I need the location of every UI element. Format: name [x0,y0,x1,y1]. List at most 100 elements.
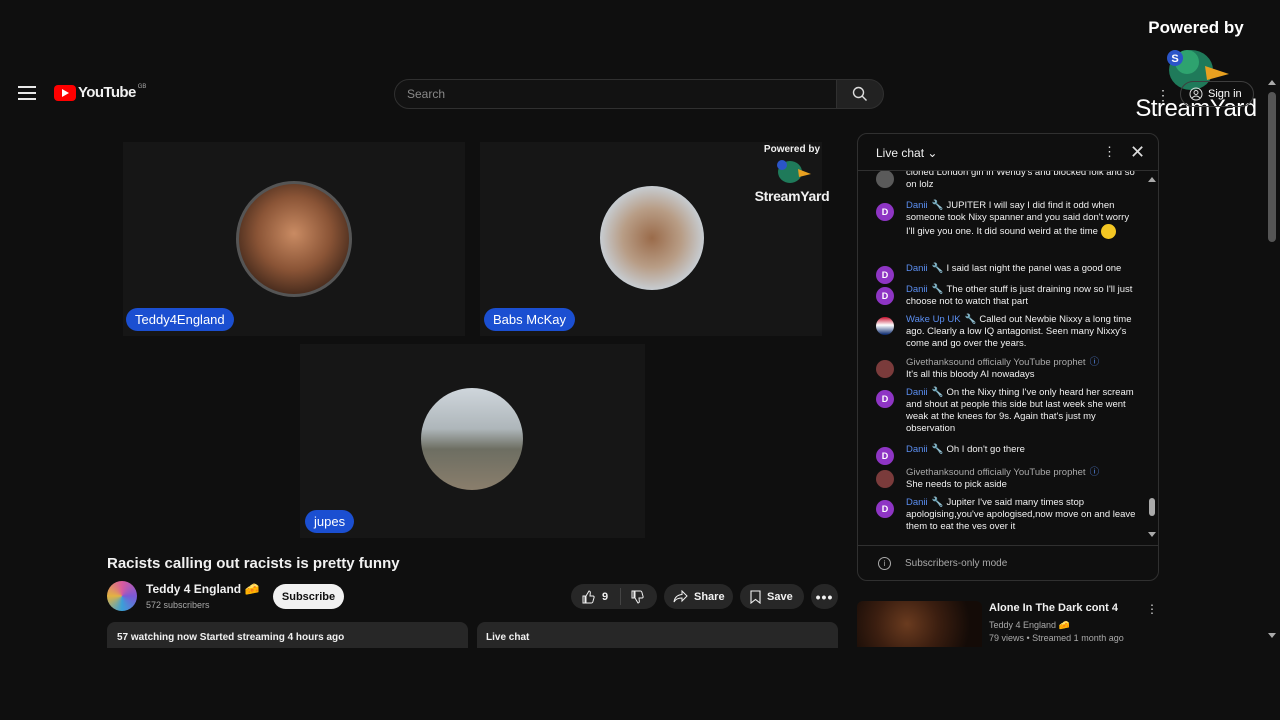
wrench-icon: 🔧 [931,200,944,211]
search-box [394,79,837,109]
sign-in-button[interactable]: Sign in [1180,81,1254,107]
hamburger-menu-icon[interactable] [18,86,36,100]
bookmark-icon [750,589,761,604]
chat-author[interactable]: Danii [906,284,928,295]
participant-name-tag: Babs McKay [484,308,575,331]
chat-avatar: D [876,447,894,465]
thumbs-up-icon [582,589,595,603]
chat-avatar: D [876,287,894,305]
account-icon [1189,87,1203,101]
live-chat-header: Live chat ⌄ ⋮ ✕ [858,134,1158,171]
page-scrollbar-thumb[interactable] [1268,92,1276,242]
chat-author[interactable]: Danii [906,387,928,398]
chat-scrollbar-thumb[interactable] [1149,498,1155,516]
chat-avatar: D [876,203,894,221]
search-icon [852,86,867,101]
verified-icon: ⓘ [1089,467,1100,478]
subscribers-only-notice: Subscribers-only mode [905,558,1008,569]
chat-avatar [876,470,894,488]
page-scroll-down-arrow[interactable] [1268,633,1276,638]
chat-message: D Danii 🔧 On the Nixy thing I've only hear… [876,387,1136,435]
live-chat-toggle[interactable]: Live chat [477,622,838,648]
chat-avatar [876,360,894,378]
participant-tile [123,142,465,336]
participant-tile [300,344,645,538]
info-icon[interactable]: i [878,557,891,570]
recommended-video-title[interactable]: Alone In The Dark cont 4 [989,602,1118,614]
participant-avatar [600,186,704,290]
chat-scroll-down-arrow[interactable] [1148,532,1156,537]
powered-by-label: Powered by [1148,18,1244,37]
chat-author[interactable]: Wake Up UK [906,314,961,325]
wrench-icon: 🔧 [931,387,944,398]
subscribe-button[interactable]: Subscribe [273,584,344,609]
participant-name-tag: Teddy4England [126,308,234,331]
chat-author[interactable]: Danii [906,263,928,274]
channel-name[interactable]: Teddy 4 England 🧀 [146,582,259,596]
chevron-down-icon: ⌄ [927,146,938,160]
chat-avatar: D [876,500,894,518]
svg-text:S: S [1171,53,1178,65]
chat-scroll-up-arrow[interactable] [1148,177,1156,182]
subscriber-count: 572 subscribers [146,600,210,610]
live-chat-mode-dropdown[interactable]: Live chat ⌄ [876,146,937,160]
like-dislike-group: 9 [571,584,657,609]
like-count: 9 [602,590,609,603]
uk-flag-avatar [876,317,894,335]
recommended-video-channel[interactable]: Teddy 4 England 🧀 [989,620,1070,631]
more-actions-button[interactable]: ••• [811,584,838,609]
wrench-icon: 🔧 [931,284,944,295]
verified-icon: ⓘ [1089,357,1100,368]
recommended-video-thumbnail[interactable] [857,601,982,647]
share-icon [673,590,688,603]
wrench-icon: 🔧 [931,444,944,455]
save-button[interactable]: Save [740,584,804,609]
wrench-icon: 🔧 [931,263,944,274]
description-summary[interactable]: 57 watching now Started streaming 4 hour… [107,622,468,648]
search-button[interactable] [836,79,884,109]
grimace-emoji-icon [1100,224,1116,239]
close-icon[interactable]: ✕ [1130,142,1145,163]
chat-author[interactable]: Givethanksound officially YouTube prophe… [906,467,1086,478]
thumbs-down-icon [631,590,644,604]
share-button[interactable]: Share [664,584,733,609]
top-bar: YouTube GB ⋮ Sign in [0,72,1280,116]
settings-more-icon[interactable]: ⋮ [1156,87,1170,104]
country-code: GB [137,83,147,90]
streamyard-duck-logo [777,160,811,183]
chat-avatar [876,171,894,188]
like-button[interactable]: 9 [571,588,621,605]
chat-message: D Danii 🔧 The other stuff is just draining… [876,284,1136,308]
youtube-play-icon [54,84,76,101]
chat-author[interactable]: Danii [906,497,928,508]
participant-name-tag: jupes [305,510,355,533]
wrench-icon: 🔧 [931,497,944,508]
dislike-button[interactable] [621,590,644,604]
chat-author[interactable]: Danii [906,444,928,455]
chat-message: Givethanksound officially YouTube prophe… [876,357,1136,381]
youtube-logo[interactable]: YouTube GB [54,84,146,101]
chat-avatar: D [876,390,894,408]
channel-avatar[interactable] [107,581,137,611]
chat-author[interactable]: Danii [906,200,928,211]
chat-author[interactable]: Givethanksound officially YouTube prophe… [906,357,1086,368]
chat-avatar: D [876,266,894,284]
participant-avatar [421,388,523,490]
chat-message: D Danii 🔧 Oh I don't go there [876,444,1136,465]
chat-message: D Danii 🔧 JUPITER I will say I did find it… [876,200,1136,239]
recommended-options-icon[interactable]: ⋮ [1146,602,1158,616]
live-chat-panel: Live chat ⌄ ⋮ ✕ cloned London girl in We… [857,133,1159,581]
chat-message: Wake Up UK 🔧 Called out Newbie Nixxy a lon… [876,314,1136,350]
wrench-icon: 🔧 [964,314,977,325]
chat-message-list[interactable]: cloned London girl in Wendy's and blocke… [858,171,1158,543]
page-scroll-up-arrow[interactable] [1268,80,1276,85]
recommended-video-meta: 79 views • Streamed 1 month ago [989,633,1124,643]
chat-message: Givethanksound officially YouTube prophe… [876,467,1136,491]
streamyard-video-badge: Powered by StreamYard [754,144,830,204]
video-player[interactable]: Teddy4England Babs McKay jupes Powered b… [107,132,838,540]
chat-footer: i Subscribers-only mode [858,545,1158,580]
chat-message: D Danii 🔧 Jupiter I've said many times sto… [876,497,1136,533]
video-title: Racists calling out racists is pretty fu… [107,555,400,572]
search-input[interactable] [407,80,824,108]
chat-options-icon[interactable]: ⋮ [1103,144,1116,160]
